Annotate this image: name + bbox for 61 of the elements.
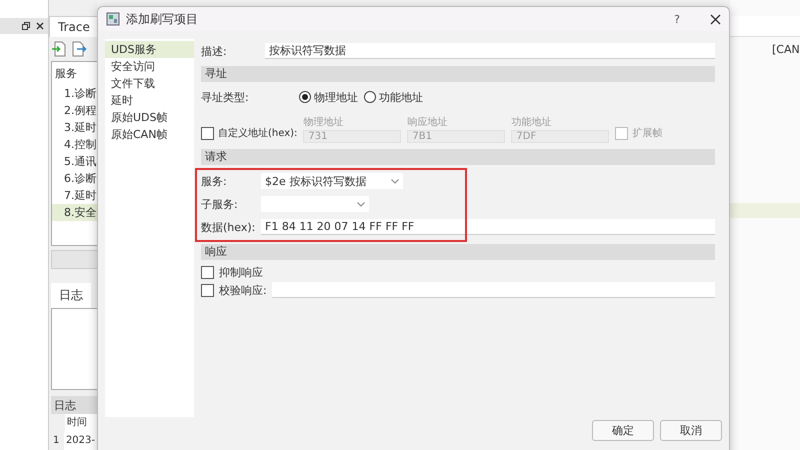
field-label: 子服务:	[201, 196, 239, 212]
column-header: 时间	[66, 416, 88, 430]
radio-button[interactable]	[299, 91, 311, 103]
log-title: 日志	[51, 396, 97, 414]
cancel-button[interactable]: 取消	[660, 420, 722, 441]
chevron-icon	[357, 202, 365, 206]
close-icon[interactable]	[36, 22, 44, 30]
trace-text: [CAN	[771, 42, 800, 58]
field-label: 响应地址	[407, 116, 448, 129]
service-dropdown[interactable]: $2e 按标识符写数据	[261, 173, 403, 189]
trace-tab[interactable]: Trace	[49, 16, 99, 38]
checkbox[interactable]	[201, 126, 214, 140]
service-item[interactable]: 5.通讯	[52, 153, 97, 170]
table-cell: 1	[51, 432, 64, 450]
log-tab[interactable]: 日志	[51, 283, 91, 308]
nav-item[interactable]: 延时	[105, 92, 194, 109]
field-label: 功能地址	[511, 116, 552, 129]
radio-label: 物理地址	[314, 90, 358, 104]
help-button[interactable]: ?	[674, 12, 680, 26]
service-item[interactable]: 8.安全	[52, 204, 97, 222]
radio-button[interactable]	[364, 91, 376, 103]
field-label: 寻址类型:	[201, 90, 250, 104]
nav-item[interactable]: 原始UDS帧	[105, 109, 194, 126]
nav-item[interactable]: 原始CAN帧	[105, 126, 194, 143]
dialog-title: 添加刷写项目	[126, 10, 199, 28]
field-label: 描述:	[201, 44, 228, 58]
service-item[interactable]: 2.例程	[52, 102, 97, 120]
section-header: 响应	[201, 244, 715, 260]
section-header: 请求	[201, 149, 715, 165]
data-field[interactable]: F1 84 11 20 07 14 FF FF FF	[261, 219, 715, 235]
chevron-icon	[391, 178, 399, 184]
restore-icon[interactable]	[22, 22, 30, 30]
nav-item[interactable]: 文件下载	[105, 75, 194, 92]
service-item[interactable]: 1.诊断	[52, 85, 97, 102]
verify-field[interactable]	[272, 282, 715, 298]
field-label: 物理地址	[303, 116, 344, 129]
service-item[interactable]: 6.诊断	[52, 170, 97, 188]
service-item[interactable]: 7.延时	[52, 187, 97, 204]
description-field[interactable]: 按标识符写数据	[265, 43, 715, 59]
ok-button[interactable]: 确定	[592, 420, 654, 441]
section-header: 寻址	[201, 66, 715, 82]
checkbox-label: 扩展帧	[632, 126, 662, 140]
field-label: 数据(hex):	[201, 220, 256, 234]
field-label: 服务:	[201, 174, 228, 188]
export-icon[interactable]	[71, 41, 87, 58]
checkbox[interactable]	[201, 284, 214, 296]
table-cell-text: 2023-	[64, 434, 96, 448]
checkbox-label: 抑制响应	[219, 264, 263, 280]
radio-label: 功能地址	[379, 90, 423, 104]
highlighted-row	[730, 203, 800, 218]
close-icon[interactable]	[710, 14, 721, 24]
service-item[interactable]: 4.控制	[52, 136, 97, 154]
service-item[interactable]: 3.延时	[52, 119, 97, 136]
checkbox[interactable]	[201, 266, 214, 278]
checkbox-label: 校验响应:	[219, 282, 267, 298]
nav-item[interactable]: UDS服务	[105, 41, 194, 58]
checkbox-label: 自定义地址(hex):	[218, 126, 298, 140]
services-header: 服务	[54, 66, 78, 82]
app-icon	[106, 12, 120, 26]
nav-item[interactable]: 安全访问	[105, 58, 194, 75]
import-icon[interactable]	[51, 41, 67, 58]
